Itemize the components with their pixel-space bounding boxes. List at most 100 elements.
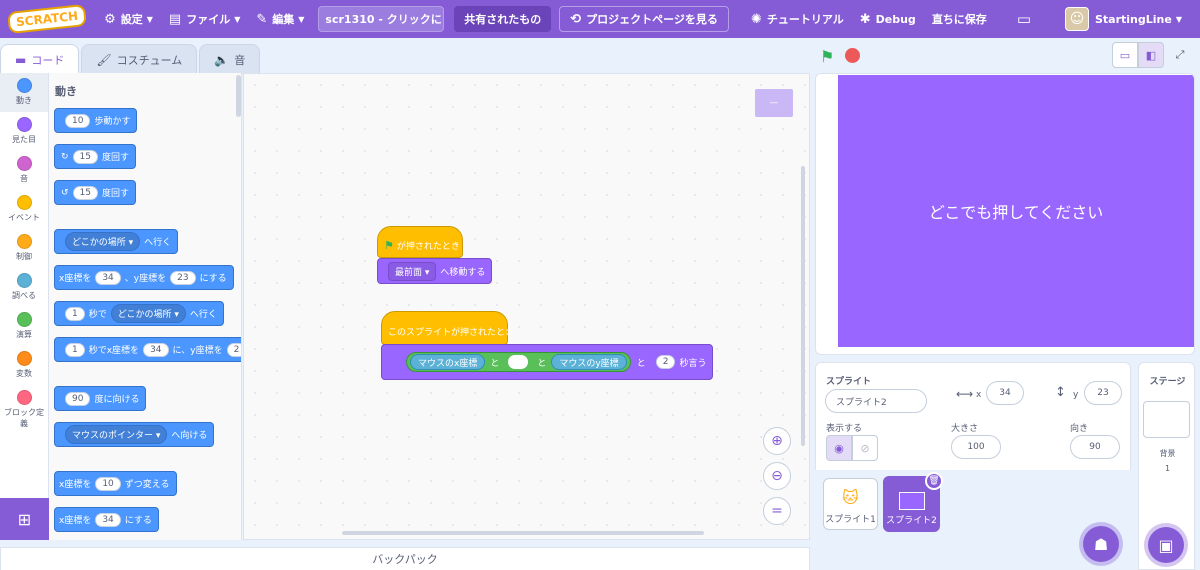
category-my-blocks[interactable]: ブロック定義 <box>0 385 48 435</box>
go-to-block[interactable]: どこかの場所 ▾ へ行く <box>54 229 179 254</box>
point-towards-block[interactable]: マウスのポインター ▾ へ向ける <box>54 422 215 447</box>
block-input[interactable]: 34 <box>143 342 169 357</box>
debug-label: Debug <box>875 12 916 26</box>
category-events[interactable]: イベント <box>0 190 48 229</box>
block-dropdown[interactable]: どこかの場所 ▾ <box>65 232 141 251</box>
sprite-tile-selected[interactable]: スプライト2 🗑 <box>883 472 943 532</box>
script-area[interactable]: — ⚑ が押されたとき 最前面 ▾ へ移動する このスプライトが押されたとき マウス… <box>243 73 810 540</box>
join-input[interactable] <box>508 355 529 369</box>
block-dropdown[interactable]: どこかの場所 ▾ <box>110 304 186 323</box>
small-stage-button[interactable]: ▭ <box>1112 42 1138 68</box>
mouse-x-block[interactable]: マウスのx座標 <box>410 354 486 370</box>
glide-to-xy-block[interactable]: 1 秒でx座標を 34 に、y座標を 2 <box>54 337 241 362</box>
sprite-name-input[interactable]: スプライト2 <box>825 389 927 413</box>
stage-canvas[interactable]: どこでも押してください <box>838 75 1194 347</box>
add-extension-button[interactable]: ⊞ <box>0 498 49 540</box>
block-text: 秒言う <box>679 358 707 369</box>
stop-button[interactable] <box>845 48 860 63</box>
turn-left-block[interactable]: ↺ 15 度回す <box>54 180 137 205</box>
tab-costumes[interactable]: 🖌 コスチューム <box>81 44 198 74</box>
move-steps-block[interactable]: 10 歩動かす <box>54 108 138 133</box>
block-input[interactable]: 1 <box>65 342 85 357</box>
category-label: イベント <box>8 213 40 222</box>
backpack[interactable]: バックパック <box>0 547 810 570</box>
block-input[interactable]: 15 <box>72 185 98 200</box>
glide-to-block[interactable]: 1 秒で どこかの場所 ▾ へ行く <box>54 301 224 326</box>
zoom-in-button[interactable]: ⊕ <box>763 427 791 455</box>
block-input[interactable]: 2 <box>226 342 241 357</box>
backdrop-count: 1 <box>1164 464 1171 473</box>
turn-right-block[interactable]: ↻ 15 度回す <box>54 144 137 169</box>
gear-icon: ⚙ <box>104 11 116 27</box>
point-in-direction-block[interactable]: 90 度に向ける <box>54 386 147 411</box>
x-input[interactable]: 34 <box>986 381 1024 405</box>
block-input[interactable]: 23 <box>170 270 196 285</box>
tutorials-button[interactable]: ✺ チュートリアル <box>743 0 852 38</box>
folder-icon[interactable]: ▭ <box>1009 0 1039 38</box>
scratch-logo[interactable]: SCRATCH <box>7 3 88 35</box>
horizontal-scrollbar[interactable] <box>342 531 704 535</box>
category-label: 制御 <box>16 252 32 261</box>
palette-scrollbar[interactable] <box>236 75 241 117</box>
tab-code[interactable]: ▬ コード <box>0 44 80 74</box>
tutorials-label: チュートリアル <box>766 13 844 26</box>
block-dropdown[interactable]: マウスのポインター ▾ <box>65 425 168 444</box>
stage-thumbnail[interactable] <box>1143 401 1190 438</box>
choose-backdrop-button[interactable]: ▣ <box>1148 527 1184 563</box>
trash-icon[interactable]: 🗑 <box>925 472 943 490</box>
block-input[interactable]: 10 <box>95 476 121 491</box>
sprite-list: 🐱 スプライト1 スプライト2 🗑 ☗ <box>815 470 1131 570</box>
debug-button[interactable]: ✱ Debug <box>852 0 924 38</box>
block-input[interactable]: 34 <box>95 270 121 285</box>
block-input[interactable]: 1 <box>65 306 85 321</box>
y-input[interactable]: 23 <box>1084 381 1122 405</box>
file-menu[interactable]: ▤ ファイル ▼ <box>161 0 248 38</box>
stage-selector[interactable]: ステージ 背景 1 ▣ <box>1138 362 1195 570</box>
show-sprite-button[interactable]: ◉ <box>826 435 852 461</box>
when-flag-clicked-block[interactable]: ⚑ が押されたとき <box>377 226 463 258</box>
category-looks[interactable]: 見た目 <box>0 112 48 151</box>
category-sensing[interactable]: 調べる <box>0 268 48 307</box>
fullscreen-button[interactable]: ⤢ <box>1167 42 1193 68</box>
block-text: 、y座標を <box>124 274 167 284</box>
block-input[interactable]: 10 <box>65 113 91 128</box>
go-to-front-layer-block[interactable]: 最前面 ▾ へ移動する <box>377 258 493 284</box>
change-x-block[interactable]: x座標を 10 ずつ変える <box>54 471 177 496</box>
mouse-y-block[interactable]: マウスのy座標 <box>551 354 627 370</box>
choose-sprite-button[interactable]: ☗ <box>1083 526 1119 562</box>
project-title-input[interactable]: scr1310 - クリックによる座... <box>318 6 445 32</box>
join-block[interactable]: マウスのx座標 と と マウスのy座標 <box>406 352 631 372</box>
edit-menu[interactable]: ✎ 編集 ▼ <box>248 0 312 38</box>
size-input[interactable]: 100 <box>951 435 1001 459</box>
category-sound[interactable]: 音 <box>0 151 48 190</box>
hide-sprite-button[interactable]: ⊘ <box>852 435 878 461</box>
say-for-secs-block[interactable]: マウスのx座標 と と マウスのy座標 と 2 秒言う <box>381 344 714 380</box>
set-x-block[interactable]: x座標を 34 にする <box>54 507 159 532</box>
when-this-sprite-clicked-block[interactable]: このスプライトが押されたとき <box>381 311 514 345</box>
category-control[interactable]: 制御 <box>0 229 48 268</box>
category-operators[interactable]: 演算 <box>0 307 48 346</box>
green-flag-button[interactable]: ⚑ <box>820 47 834 66</box>
zoom-out-button[interactable]: ⊖ <box>763 462 791 490</box>
stage-text: どこでも押してください <box>928 203 1104 222</box>
save-now-button[interactable]: 直ちに保存 <box>924 0 995 38</box>
go-to-xy-block[interactable]: x座標を 34 、y座標を 23 にする <box>54 265 234 290</box>
vertical-scrollbar[interactable] <box>801 166 805 446</box>
block-dropdown[interactable]: 最前面 ▾ <box>388 261 437 281</box>
block-input[interactable]: 2 <box>655 355 676 369</box>
sprite-tile[interactable]: 🐱 スプライト1 <box>823 478 878 530</box>
direction-input[interactable]: 90 <box>1070 435 1120 459</box>
block-input[interactable]: 15 <box>72 149 98 164</box>
normal-stage-button[interactable]: ◧ <box>1138 42 1164 68</box>
block-input[interactable]: 34 <box>95 512 121 527</box>
share-button[interactable]: 共有されたもの <box>454 6 552 32</box>
category-variables[interactable]: 変数 <box>0 346 48 385</box>
tab-sounds[interactable]: 🔈 音 <box>199 44 261 74</box>
block-input[interactable]: 90 <box>65 391 91 406</box>
reset-zoom-button[interactable]: = <box>763 497 791 525</box>
category-motion[interactable]: 動き <box>0 73 48 112</box>
see-project-page-button[interactable]: ⟲ プロジェクトページを見る <box>559 6 729 32</box>
settings-menu[interactable]: ⚙ 設定 ▼ <box>96 0 161 38</box>
remix-icon: ⟲ <box>570 11 582 27</box>
account-menu[interactable]: ☺ StartingLine ▼ <box>1057 0 1190 38</box>
